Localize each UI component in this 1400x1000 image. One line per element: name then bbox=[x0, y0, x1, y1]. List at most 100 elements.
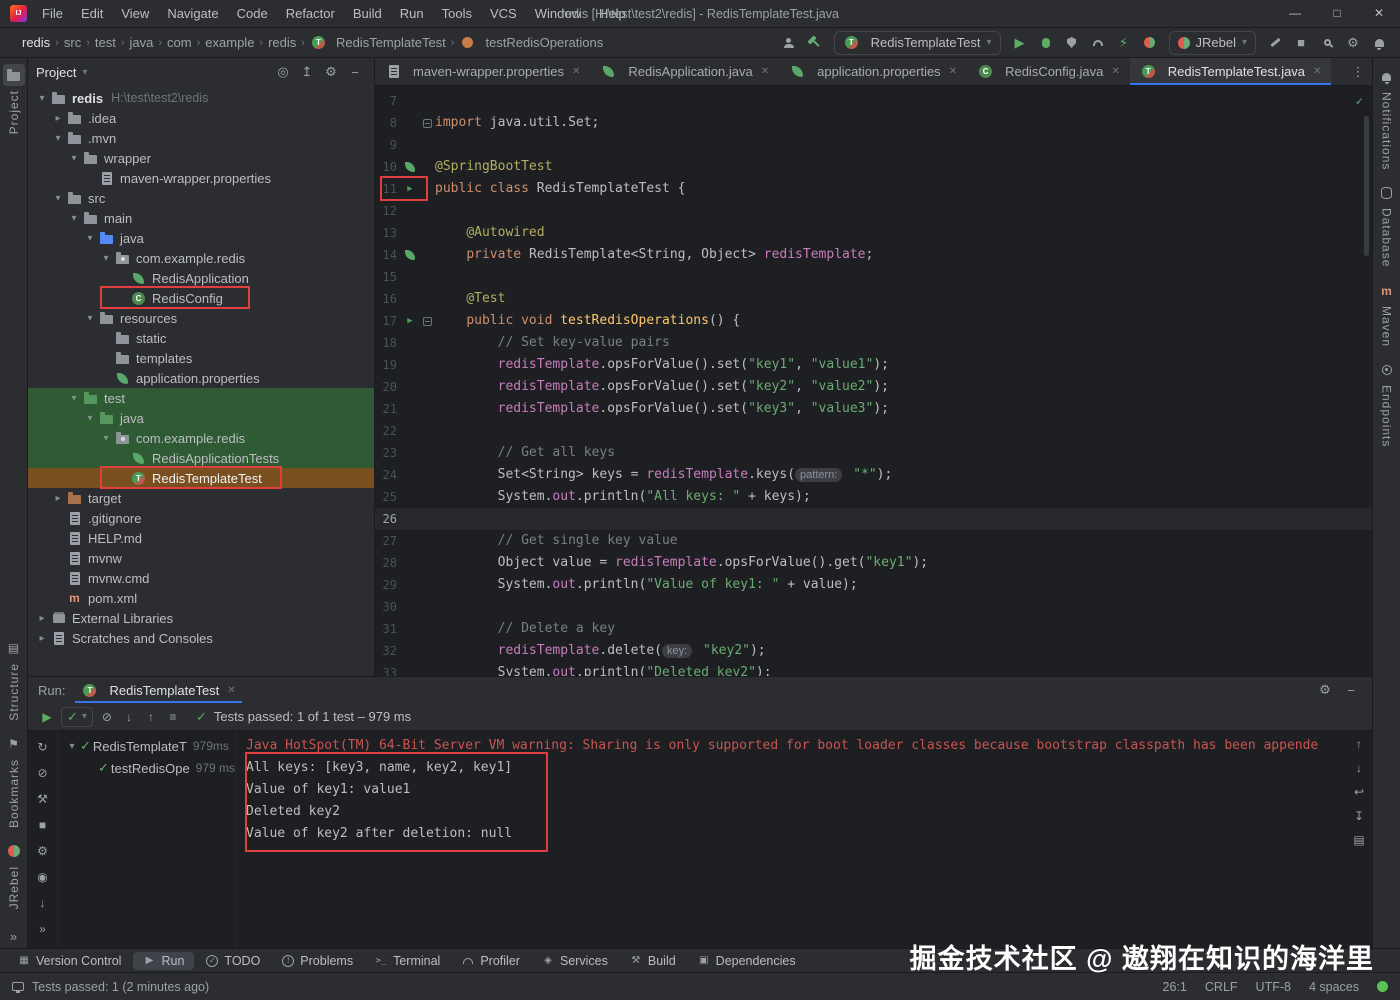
toolwindow-services[interactable]: ◈ Services bbox=[532, 952, 618, 970]
toolwindow-build[interactable]: ⚒ Build bbox=[620, 952, 686, 970]
menu-navigate[interactable]: Navigate bbox=[158, 0, 227, 27]
code-text[interactable]: // Delete a key bbox=[435, 618, 615, 640]
chevron-right-icon[interactable]: ▸ bbox=[34, 613, 50, 624]
tree-item-java[interactable]: ▾ java bbox=[28, 228, 374, 248]
hide-icon[interactable]: − bbox=[1340, 679, 1362, 701]
chevron-right-icon[interactable]: ▸ bbox=[34, 633, 50, 644]
code-text[interactable]: public class RedisTemplateTest { bbox=[435, 178, 685, 200]
close-icon[interactable]: ✕ bbox=[227, 685, 235, 696]
tree-item-target[interactable]: ▸ target bbox=[28, 488, 374, 508]
tree-item-pom-xml[interactable]: m pom.xml bbox=[28, 588, 374, 608]
breadcrumb-item-redis[interactable]: redis bbox=[20, 35, 52, 50]
run-icon[interactable]: ▶ bbox=[1007, 31, 1033, 55]
inspection-ok-icon[interactable]: ✓ bbox=[1356, 94, 1363, 108]
stop-icon[interactable]: ⊘ bbox=[96, 706, 118, 728]
soft-wrap-icon[interactable]: ↩ bbox=[1354, 785, 1364, 799]
menu-run[interactable]: Run bbox=[391, 0, 433, 27]
jrebel-run-icon[interactable]: ⚡ bbox=[1111, 31, 1137, 55]
tab-redisapplication-java[interactable]: RedisApplication.java ✕ bbox=[590, 58, 779, 85]
sort-by-duration-icon[interactable]: ↑ bbox=[140, 706, 162, 728]
tree-item-resources[interactable]: ▾ resources bbox=[28, 308, 374, 328]
breadcrumb-item-testredisoperations[interactable]: testRedisOperations bbox=[457, 35, 605, 51]
code-text[interactable]: private RedisTemplate<String, Object> re… bbox=[435, 244, 873, 266]
test-item-redistemplatet[interactable]: ▾ ✓ RedisTemplateT 979ms bbox=[58, 735, 235, 757]
close-button[interactable]: ✕ bbox=[1358, 0, 1400, 27]
menu-refactor[interactable]: Refactor bbox=[277, 0, 344, 27]
code-text[interactable]: @SpringBootTest bbox=[435, 156, 552, 178]
scroll-up-icon[interactable]: ↑ bbox=[1356, 737, 1362, 751]
test-settings-wrench-icon[interactable]: ⚒ bbox=[32, 789, 54, 809]
code-text[interactable]: public void testRedisOperations() { bbox=[435, 310, 740, 332]
tree-item-mvnw[interactable]: mvnw bbox=[28, 548, 374, 568]
profiler-icon[interactable] bbox=[1085, 31, 1111, 55]
close-icon[interactable]: ✕ bbox=[572, 66, 580, 77]
breadcrumb-item-redis[interactable]: redis bbox=[266, 35, 298, 50]
tree-item-templates[interactable]: templates bbox=[28, 348, 374, 368]
chevron-down-icon[interactable]: ▾ bbox=[64, 741, 80, 752]
code-text[interactable]: System.out.println("Deleted key2"); bbox=[435, 662, 772, 676]
tree-item-redisapplication[interactable]: RedisApplication bbox=[28, 268, 374, 288]
code-text[interactable]: @Test bbox=[435, 288, 505, 310]
chevron-down-icon[interactable]: ▾ bbox=[66, 213, 82, 224]
toolwindow-profiler[interactable]: Profiler bbox=[452, 952, 530, 970]
run-tab[interactable]: T RedisTemplateTest ✕ bbox=[75, 677, 241, 703]
tree-item-mvnw-cmd[interactable]: mvnw.cmd bbox=[28, 568, 374, 588]
auto-test-combo[interactable]: ✓ ▾ bbox=[61, 706, 93, 727]
breadcrumb-item-src[interactable]: src bbox=[62, 35, 83, 50]
tab-options-icon[interactable]: ⋮ bbox=[1344, 58, 1372, 85]
import-test-results-icon[interactable]: ↓ bbox=[32, 893, 54, 913]
chevron-right-icon[interactable]: ▸ bbox=[50, 113, 66, 124]
tree-item-com-example-redis[interactable]: ▾ com.example.redis bbox=[28, 428, 374, 448]
toolwindow-run[interactable]: ▶ Run bbox=[133, 951, 195, 970]
tab-maven-wrapper-properties[interactable]: maven-wrapper.properties ✕ bbox=[375, 58, 590, 85]
tree-item-idea[interactable]: ▸ .idea bbox=[28, 108, 374, 128]
show-passed-icon[interactable]: ≡ bbox=[162, 706, 184, 728]
minimize-button[interactable]: — bbox=[1274, 0, 1316, 27]
menu-edit[interactable]: Edit bbox=[72, 0, 112, 27]
stripe-structure[interactable]: ▤ Structure bbox=[3, 637, 25, 721]
menu-file[interactable]: File bbox=[33, 0, 72, 27]
tab-redisconfig-java[interactable]: C RedisConfig.java ✕ bbox=[967, 58, 1130, 85]
tree-item-redistemplatetest[interactable]: T RedisTemplateTest bbox=[28, 468, 374, 488]
tab-redistemplatetest-java[interactable]: T RedisTemplateTest.java ✕ bbox=[1129, 58, 1332, 85]
print-icon[interactable]: ▤ bbox=[1353, 833, 1364, 847]
tree-item-src[interactable]: ▾ src bbox=[28, 188, 374, 208]
code-text[interactable]: Set<String> keys = redisTemplate.keys(pa… bbox=[435, 464, 892, 486]
editor-scrollbar[interactable] bbox=[1364, 116, 1369, 256]
indent-style[interactable]: 4 spaces bbox=[1309, 980, 1359, 994]
debug-icon[interactable] bbox=[1033, 31, 1059, 55]
breadcrumb-item-test[interactable]: test bbox=[93, 35, 118, 50]
tree-item-gitignore[interactable]: .gitignore bbox=[28, 508, 374, 528]
rerun-icon[interactable]: ↻ bbox=[32, 737, 54, 757]
chevron-down-icon[interactable]: ▾ bbox=[82, 233, 98, 244]
console-line[interactable]: Value of key1: value1 bbox=[246, 779, 1346, 801]
tree-item-com-example-redis[interactable]: ▾ com.example.redis bbox=[28, 248, 374, 268]
scroll-to-end-icon[interactable]: ↧ bbox=[1354, 809, 1364, 823]
stop-process-icon[interactable]: ■ bbox=[32, 815, 54, 835]
menu-tools[interactable]: Tools bbox=[433, 0, 481, 27]
maximize-button[interactable]: □ bbox=[1316, 0, 1358, 27]
tree-item-java[interactable]: ▾ java bbox=[28, 408, 374, 428]
notifications-icon[interactable] bbox=[1366, 31, 1392, 55]
collaboration-icon[interactable] bbox=[776, 31, 802, 55]
menu-build[interactable]: Build bbox=[344, 0, 391, 27]
spring-bean-icon[interactable] bbox=[401, 156, 419, 178]
fold-icon[interactable] bbox=[419, 310, 435, 332]
thread-dump-icon[interactable]: ◉ bbox=[32, 867, 54, 887]
stripe-endpoints[interactable]: Endpoints bbox=[1376, 359, 1398, 447]
tree-item-redisapplicationtests[interactable]: RedisApplicationTests bbox=[28, 448, 374, 468]
tree-item-wrapper[interactable]: ▾ wrapper bbox=[28, 148, 374, 168]
chevron-down-icon[interactable]: ▾ bbox=[98, 253, 114, 264]
collapse-all-icon[interactable]: ↥ bbox=[296, 61, 318, 83]
console-line[interactable]: All keys: [key3, name, key2, key1] bbox=[246, 757, 1346, 779]
close-icon[interactable]: ✕ bbox=[949, 66, 957, 77]
build-hammer-icon[interactable] bbox=[802, 31, 828, 55]
console-line[interactable]: Value of key2 after deletion: null bbox=[246, 823, 1346, 845]
settings-icon[interactable]: ⚙ bbox=[1340, 31, 1366, 55]
settings-gear-icon[interactable]: ⚙ bbox=[32, 841, 54, 861]
test-item-testredisope[interactable]: ✓ testRedisOpe 979 ms bbox=[58, 757, 235, 779]
chevron-down-icon[interactable]: ▾ bbox=[82, 67, 87, 78]
rerun-tests-icon[interactable]: ▶ bbox=[36, 706, 58, 728]
menu-view[interactable]: View bbox=[112, 0, 158, 27]
tree-item-test[interactable]: ▾ test bbox=[28, 388, 374, 408]
